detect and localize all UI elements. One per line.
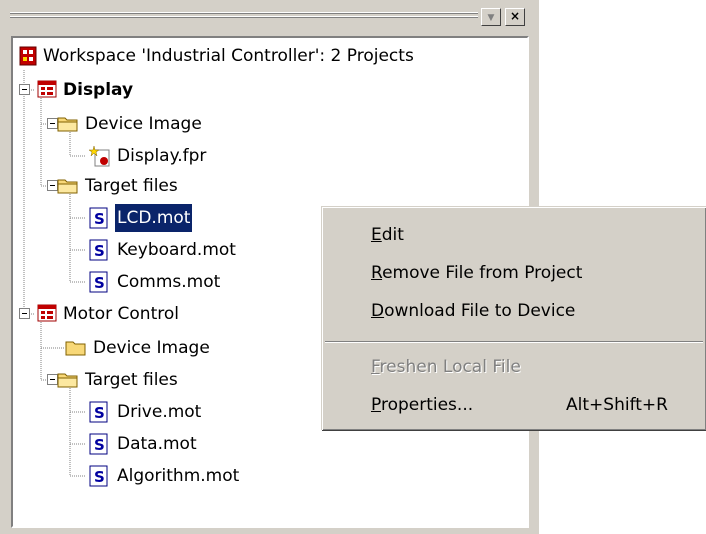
project-icon <box>37 80 57 98</box>
project-icon <box>37 304 57 322</box>
menu-item-edit[interactable]: Edit <box>371 225 404 245</box>
folder-label: Device Image <box>85 114 202 134</box>
s-record-file-icon: S <box>89 239 108 261</box>
s-record-file-icon: S <box>89 465 108 487</box>
file-label: Keyboard.mot <box>117 240 236 260</box>
svg-text:S: S <box>94 436 105 454</box>
tree-node-file[interactable]: S Algorithm.mot <box>89 462 309 490</box>
file-label: Drive.mot <box>117 402 202 422</box>
panel-dropdown-button[interactable]: ▼ <box>481 8 501 26</box>
svg-text:S: S <box>94 468 105 486</box>
tree-node-folder[interactable]: Target files <box>57 172 297 200</box>
tree-node-file-selected[interactable]: S LCD.mot <box>89 203 289 233</box>
panel-close-button[interactable]: × <box>505 8 525 26</box>
tree-node-file[interactable]: S Data.mot <box>89 430 289 458</box>
tree-node-project-display[interactable]: Display <box>37 76 237 104</box>
fpr-file-icon <box>89 145 110 167</box>
collapse-motor-control-toggle[interactable] <box>19 308 30 319</box>
svg-text:S: S <box>94 274 105 292</box>
s-record-file-icon: S <box>89 401 108 423</box>
tree-node-folder[interactable]: Device Image <box>57 110 297 138</box>
close-icon: × <box>509 9 521 23</box>
collapse-display-toggle[interactable] <box>19 84 30 95</box>
tree-node-folder[interactable]: Device Image <box>65 334 305 362</box>
s-record-file-icon: S <box>89 207 108 229</box>
workspace-icon <box>19 46 37 66</box>
tree-node-file[interactable]: S Comms.mot <box>89 268 289 296</box>
folder-closed-icon <box>65 341 86 356</box>
file-label: LCD.mot <box>113 203 194 233</box>
svg-text:S: S <box>94 242 105 260</box>
folder-label: Device Image <box>93 338 210 358</box>
project-label: Motor Control <box>63 304 179 324</box>
tree-node-file[interactable]: S Keyboard.mot <box>89 236 289 264</box>
svg-text:S: S <box>94 404 105 422</box>
properties-shortcut: Alt+Shift+R <box>566 395 668 415</box>
folder-label: Target files <box>85 370 178 390</box>
s-record-file-icon: S <box>89 433 108 455</box>
tree-node-workspace[interactable]: Workspace 'Industrial Controller': 2 Pro… <box>17 42 497 70</box>
s-record-file-icon: S <box>89 271 108 293</box>
folder-open-icon <box>57 373 78 388</box>
file-label: Display.fpr <box>117 146 207 166</box>
file-label: Algorithm.mot <box>117 466 240 486</box>
folder-open-icon <box>57 117 78 132</box>
menu-item-remove-file[interactable]: Remove File from Project <box>371 263 582 283</box>
folder-open-icon <box>57 179 78 194</box>
svg-text:S: S <box>94 210 105 228</box>
project-label: Display <box>63 80 134 100</box>
file-label: Data.mot <box>117 434 197 454</box>
tree-node-project-motor-control[interactable]: Motor Control <box>37 300 277 328</box>
context-menu: Edit Remove File from Project Download F… <box>321 206 706 430</box>
workspace-label: Workspace 'Industrial Controller': 2 Pro… <box>43 46 414 66</box>
tree-node-folder[interactable]: Target files <box>57 366 297 394</box>
menu-separator <box>325 341 703 343</box>
menu-item-download-file[interactable]: Download File to Device <box>371 301 575 321</box>
file-label: Comms.mot <box>117 272 221 292</box>
tree-node-file[interactable]: Display.fpr <box>89 142 289 170</box>
panel-grip[interactable] <box>10 10 478 24</box>
menu-item-freshen-local-file[interactable]: Freshen Local File <box>371 357 521 377</box>
tree-node-file[interactable]: S Drive.mot <box>89 398 289 426</box>
folder-label: Target files <box>85 176 178 196</box>
chevron-down-icon: ▼ <box>487 13 495 23</box>
